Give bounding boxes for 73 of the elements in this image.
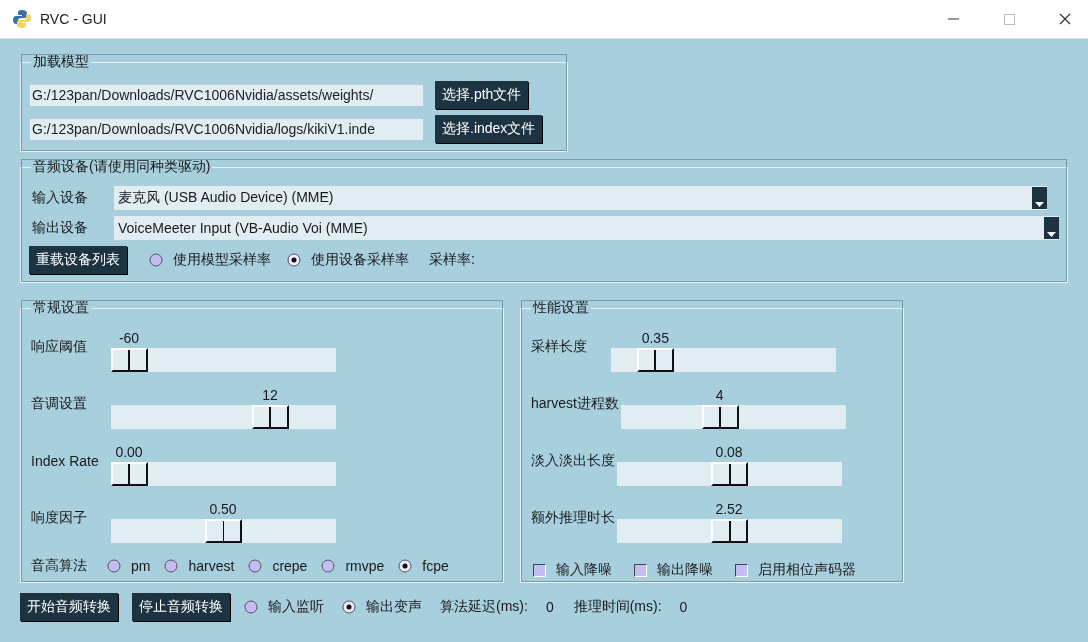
- reload-devices-button[interactable]: 重载设备列表: [29, 246, 127, 274]
- device-dropdown[interactable]: 麦克风 (USB Audio Device) (MME): [114, 186, 1047, 210]
- checkbox-label: 输出降噪: [657, 561, 713, 579]
- radio-button[interactable]: [321, 559, 336, 573]
- radio-label: pm: [131, 558, 151, 574]
- window-title: RVC - GUI: [40, 11, 108, 27]
- dropdown-value: 麦克风 (USB Audio Device) (MME): [118, 189, 334, 207]
- slider-thumb[interactable]: [252, 404, 289, 429]
- radio-button[interactable]: [107, 559, 121, 573]
- radio-button[interactable]: [244, 600, 258, 614]
- slider-label: 响度因子: [30, 508, 88, 527]
- checkbox-label: 输入降噪: [556, 561, 612, 579]
- action-button[interactable]: 开始音频转换: [20, 593, 118, 621]
- device-dropdown[interactable]: VoiceMeeter Input (VB-Audio Voi (MME): [114, 216, 1059, 240]
- slider-thumb[interactable]: [701, 404, 739, 429]
- radio-button[interactable]: [149, 253, 163, 267]
- slider-value: 0.35: [641, 329, 669, 346]
- slider-value: 0.08: [715, 443, 743, 460]
- browse-button[interactable]: 选择.pth文件: [435, 81, 529, 109]
- action-button[interactable]: 停止音频转换: [132, 593, 230, 621]
- slider-label: Index Rate: [30, 452, 100, 469]
- path-field[interactable]: G:/123pan/Downloads/RVC1006Nvidia/logs/kikiV1.inde: [29, 118, 423, 140]
- browse-button[interactable]: 选择.index文件: [435, 115, 543, 143]
- slider-thumb[interactable]: [111, 347, 148, 372]
- stat-label: 算法延迟(ms):: [440, 598, 528, 616]
- slider-thumb[interactable]: [205, 518, 242, 543]
- checkbox[interactable]: [533, 563, 546, 577]
- radio-label: rmvpe: [345, 558, 385, 574]
- slider-label: 响应阈值: [30, 337, 88, 356]
- slider-value: 12: [262, 386, 278, 403]
- checkbox[interactable]: [634, 563, 647, 577]
- stat-label: 推理时间(ms):: [573, 598, 662, 616]
- radio-label: 使用设备采样率: [311, 251, 409, 269]
- slider-value: 4: [715, 386, 724, 403]
- radio-label: harvest: [188, 558, 235, 574]
- slider-value: -60: [118, 329, 140, 346]
- python-logo-icon: [12, 9, 32, 29]
- slider-thumb[interactable]: [111, 461, 148, 486]
- slider-label: 音调设置: [30, 394, 88, 413]
- stat-value: 0: [679, 599, 688, 615]
- slider-label: 淡入淡出长度: [530, 451, 615, 470]
- slider-thumb[interactable]: [711, 518, 748, 543]
- dropdown-value: VoiceMeeter Input (VB-Audio Voi (MME): [118, 220, 368, 236]
- slider-value: 0.00: [115, 443, 143, 460]
- checkbox-label: 启用相位声码器: [758, 561, 856, 579]
- pitch-algorithm-label: 音高算法: [31, 557, 87, 575]
- slider-value: 0.50: [209, 500, 237, 517]
- radio-button[interactable]: [164, 559, 179, 573]
- slider-label: 采样长度: [530, 337, 588, 356]
- slider-thumb[interactable]: [711, 461, 748, 486]
- stat-value: 0: [545, 599, 554, 615]
- sample-rate-label: 采样率:: [429, 251, 475, 269]
- group-title: 音频设备(请使用同种类驱动): [32, 158, 212, 176]
- radio-button[interactable]: [248, 559, 263, 573]
- radio-label: 输入监听: [268, 598, 324, 616]
- slider-value: 2.52: [715, 500, 743, 517]
- device-label: 输出设备: [31, 219, 89, 237]
- radio-label: 使用模型采样率: [173, 251, 271, 269]
- group-title: 加载模型: [32, 53, 90, 71]
- radio-label: crepe: [272, 558, 308, 574]
- radio-button[interactable]: [398, 559, 413, 573]
- path-field[interactable]: G:/123pan/Downloads/RVC1006Nvidia/assets/weights/: [29, 84, 423, 106]
- radio-button[interactable]: [342, 600, 356, 614]
- device-label: 输入设备: [31, 189, 89, 207]
- group-title: 性能设置: [531, 299, 590, 317]
- radio-label: fcpe: [422, 558, 449, 574]
- radio-button[interactable]: [287, 253, 301, 267]
- slider-label: harvest进程数: [530, 394, 619, 413]
- radio-label: 输出变声: [366, 598, 422, 616]
- slider-thumb[interactable]: [637, 347, 675, 372]
- group-title: 常规设置: [32, 299, 90, 317]
- slider-label: 额外推理时长: [530, 508, 615, 527]
- checkbox[interactable]: [735, 563, 748, 577]
